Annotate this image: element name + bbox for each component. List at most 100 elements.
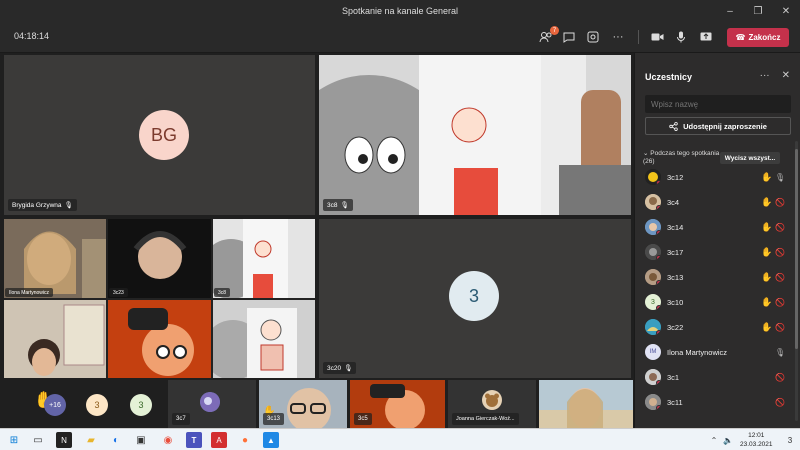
participant-row[interactable]: IM Ilona Martynowicz 🎙: [635, 341, 795, 363]
window-titlebar: Spotkanie na kanale General – ❐ ✕: [0, 0, 800, 22]
firefox-icon[interactable]: ●: [237, 432, 253, 448]
breakout-rooms-button[interactable]: [583, 28, 603, 46]
store-icon[interactable]: ▣: [133, 432, 149, 448]
section-label: Podczas tego spotkania: [650, 150, 720, 157]
avatar: [645, 219, 661, 235]
video-frame: [108, 300, 211, 378]
strip-tile[interactable]: ✋ 3c13: [259, 380, 347, 428]
avatar[interactable]: 3: [130, 394, 152, 416]
participants-badge: 7: [550, 26, 559, 35]
tile-namebar: 3c8: [214, 288, 231, 297]
avatar: [200, 392, 220, 412]
video-frame: [201, 219, 315, 299]
tile-namebar: 3c7: [172, 413, 190, 425]
system-clock[interactable]: 12:01 23.03.2021: [740, 431, 773, 449]
chrome-icon[interactable]: ◉: [160, 432, 176, 448]
mic-on-icon[interactable]: 🎙: [775, 173, 785, 182]
mic-off-icon[interactable]: 🚫: [775, 398, 785, 407]
mute-all-button[interactable]: Wycisz wszyst...: [720, 152, 780, 164]
overflow-count[interactable]: +16: [44, 394, 66, 416]
participant-row[interactable]: 3c1 🚫: [635, 366, 795, 388]
participant-row[interactable]: 3c22 ✋ 🚫: [635, 316, 795, 338]
search-input[interactable]: [645, 95, 791, 113]
participant-row[interactable]: 3c17 ✋ 🚫: [635, 241, 795, 263]
video-frame: [539, 380, 633, 428]
file-explorer-icon[interactable]: ▰: [83, 432, 99, 448]
participant-row[interactable]: 3 3c10 ✋ 🚫: [635, 291, 795, 313]
panel-more-button[interactable]: ···: [760, 70, 770, 81]
mic-off-icon[interactable]: 🚫: [775, 323, 785, 332]
participant-name: 3c5: [358, 416, 368, 422]
share-screen-button[interactable]: [696, 28, 716, 46]
grid-video-cell[interactable]: [108, 300, 211, 378]
raised-hand-icon: ✋: [761, 221, 773, 232]
speaker-icon[interactable]: 🔈: [720, 432, 736, 448]
tile-namebar: 3c8 🎙: [323, 199, 353, 211]
strip-tile[interactable]: Joanna Gierczak-Woź...: [448, 380, 536, 428]
mic-off-icon[interactable]: 🚫: [775, 223, 785, 232]
participant-row[interactable]: 3c4 ✋ 🚫: [635, 191, 795, 213]
section-header[interactable]: ⌄ Podczas tego spotkania (26): [643, 150, 719, 166]
mic-off-icon[interactable]: 🚫: [775, 298, 785, 307]
share-invite-button[interactable]: Udostępnij zaproszenie: [645, 117, 791, 135]
mic-on-icon[interactable]: 🎙: [775, 348, 785, 357]
maximize-button[interactable]: ❐: [744, 0, 772, 22]
camera-button[interactable]: [647, 28, 667, 46]
avatar[interactable]: 3: [86, 394, 108, 416]
clock-time: 12:01: [748, 432, 765, 439]
scrollbar-thumb[interactable]: [795, 149, 798, 349]
strip-tile[interactable]: 3c5: [350, 380, 445, 428]
avatar: [482, 390, 502, 410]
grid-video-cell[interactable]: Ilona Martynowicz: [4, 219, 106, 298]
more-actions-button[interactable]: ···: [608, 28, 628, 46]
participant-name: 3c1: [667, 372, 680, 382]
participant-row[interactable]: 3c13 ✋ 🚫: [635, 266, 795, 288]
close-window-button[interactable]: ✕: [772, 0, 800, 22]
notifications-icon[interactable]: 3: [782, 432, 798, 448]
edge-icon[interactable]: ◐: [108, 432, 124, 448]
photos-icon[interactable]: ▲: [263, 432, 279, 448]
mic-button[interactable]: [671, 28, 691, 46]
grid-video-cell[interactable]: 3c8: [201, 219, 315, 299]
teams-icon[interactable]: T: [186, 432, 202, 448]
grid-video-cell[interactable]: [203, 300, 315, 378]
participant-row[interactable]: 3c11 🚫: [635, 391, 795, 413]
participant-name: 3c20: [327, 364, 342, 372]
grid-video-cell[interactable]: [4, 300, 106, 378]
panel-close-button[interactable]: ✕: [782, 70, 790, 81]
mic-off-icon[interactable]: 🚫: [775, 248, 785, 257]
chat-icon: [563, 32, 575, 43]
mic-off-icon[interactable]: 🚫: [775, 373, 785, 382]
participant-row[interactable]: 3c12 ✋ 🎙: [635, 166, 795, 188]
minimize-button[interactable]: –: [716, 0, 744, 22]
avatar-image: [200, 392, 220, 412]
grid-video-cell[interactable]: 3c23: [108, 219, 211, 298]
panel-scrollbar[interactable]: [795, 141, 798, 421]
participant-tile[interactable]: BG Brygida Grzywna 🎙: [4, 55, 315, 215]
task-view-icon[interactable]: ▭: [30, 432, 46, 448]
participant-row[interactable]: 3c14 ✋ 🚫: [635, 216, 795, 238]
participant-tile[interactable]: 3 3c20 🎙: [319, 219, 631, 378]
raised-hand-icon: ✋: [761, 171, 773, 182]
participant-video-tile[interactable]: 3c8 🎙: [319, 55, 631, 215]
avatar: [645, 169, 661, 185]
avatar-initials: 3: [651, 298, 655, 306]
leave-label: Zakończ: [748, 33, 781, 42]
notion-icon[interactable]: N: [56, 432, 72, 448]
meeting-toolbar: 04:18:14 7 ···: [0, 22, 800, 53]
acrobat-icon[interactable]: A: [211, 432, 227, 448]
participants-button[interactable]: 7: [536, 26, 559, 46]
strip-tile[interactable]: [539, 380, 633, 428]
status-dot: [656, 255, 661, 260]
mic-off-icon: 🎙: [344, 365, 353, 372]
strip-tile[interactable]: 3c7: [168, 380, 256, 428]
mic-off-icon[interactable]: 🚫: [775, 273, 785, 282]
chat-button[interactable]: [559, 28, 579, 46]
share-screen-icon: [700, 32, 712, 40]
status-dot: [656, 380, 661, 385]
participant-name: 3c17: [667, 247, 684, 257]
mic-off-icon[interactable]: 🚫: [775, 198, 785, 207]
avatar: [645, 369, 661, 385]
leave-button[interactable]: ☎ Zakończ: [727, 28, 789, 47]
start-icon[interactable]: ⊞: [6, 432, 22, 448]
